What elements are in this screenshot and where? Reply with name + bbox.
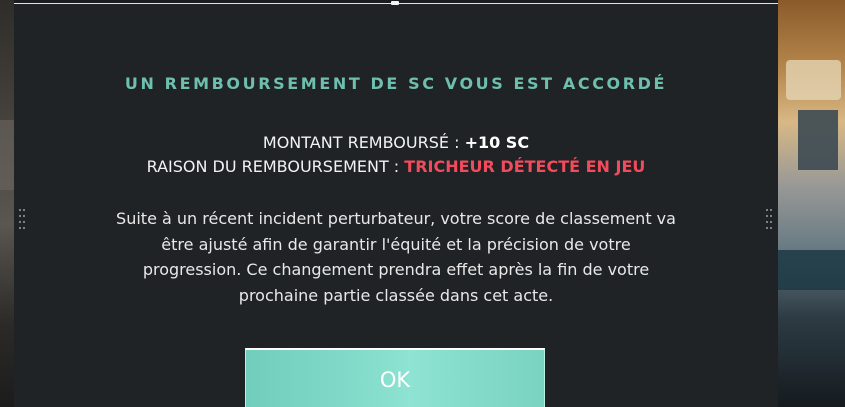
background-scenery-left: [0, 0, 14, 407]
dialog-message: Suite à un récent incident perturbateur,…: [14, 206, 778, 308]
refund-amount-value: +10 SC: [464, 133, 530, 152]
background-shape: [778, 250, 845, 290]
dialog-top-notch: [391, 1, 399, 5]
message-line: Suite à un récent incident perturbateur,…: [116, 209, 676, 228]
background-shape: [0, 120, 14, 190]
ok-button[interactable]: OK: [245, 348, 545, 407]
refund-amount-label: MONTANT REMBOURSÉ :: [262, 133, 465, 152]
game-screen: UN REMBOURSEMENT DE SC VOUS EST ACCORDÉ …: [0, 0, 845, 407]
refund-amount-row: MONTANT REMBOURSÉ : +10 SC: [14, 133, 778, 152]
refund-reason-label: RAISON DU REMBOURSEMENT :: [146, 157, 405, 176]
refund-reason-value: TRICHEUR DÉTECTÉ EN JEU: [404, 157, 646, 176]
message-line: prochaine partie classée dans cet acte.: [238, 285, 554, 305]
refund-dialog: [14, 3, 778, 407]
refund-reason-row: RAISON DU REMBOURSEMENT : TRICHEUR DÉTEC…: [14, 157, 778, 176]
background-scenery-right: [778, 0, 845, 407]
background-shape: [798, 110, 838, 170]
dialog-title: UN REMBOURSEMENT DE SC VOUS EST ACCORDÉ: [124, 74, 668, 93]
message-line: être ajusté afin de garantir l'équité et…: [161, 234, 631, 254]
message-line: progression. Ce changement prendra effet…: [142, 260, 650, 279]
background-shape: [786, 60, 841, 100]
